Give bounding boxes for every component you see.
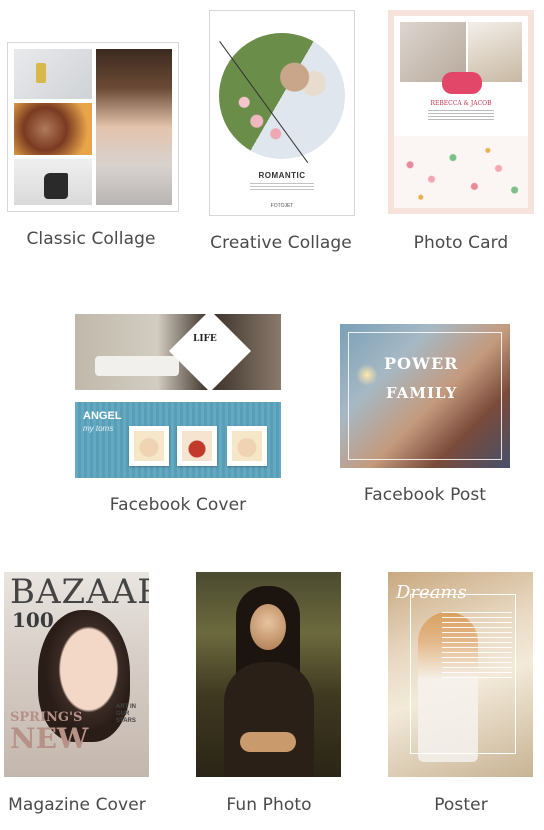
template-label-magazine-cover[interactable]: Magazine Cover — [2, 795, 152, 815]
collage-photo-woman-red-hair — [14, 103, 92, 155]
fun-photo-face — [250, 604, 286, 650]
magazine-cover-100: 100 — [12, 608, 54, 632]
facebook-cover-angel-subtext: my toms — [83, 424, 114, 433]
magazine-cover-art-text: ART IN OUR STARS — [116, 704, 136, 724]
poster-dreams-text: Dreams — [396, 582, 467, 603]
facebook-cover-pinned-photo — [129, 426, 169, 466]
template-thumb-magazine-cover[interactable]: BAZAAR 100 SPRING'S NEW ART IN OUR STARS — [4, 572, 149, 777]
collage-photo-heels — [14, 159, 92, 205]
fun-photo-body — [224, 662, 314, 777]
template-label-facebook-post[interactable]: Facebook Post — [350, 485, 500, 505]
template-thumb-creative-collage[interactable]: ROMANTIC FOTOJET — [209, 10, 355, 216]
template-label-classic-collage[interactable]: Classic Collage — [20, 229, 162, 249]
photo-card-inner: REBECCA & JACOB — [394, 16, 528, 208]
facebook-post-family-text: FAMILY — [386, 384, 458, 402]
template-label-photo-card[interactable]: Photo Card — [391, 233, 531, 253]
facebook-cover-living-room: LIFE — [75, 314, 281, 390]
magazine-cover-masthead: BAZAAR — [10, 572, 149, 612]
facebook-cover-life-text: LIFE — [193, 334, 217, 344]
template-thumb-classic-collage[interactable] — [7, 42, 179, 212]
photo-card-names: REBECCA & JACOB — [430, 100, 492, 107]
facebook-post-power-text: POWER — [384, 354, 459, 373]
photo-card-venue-text — [428, 110, 494, 120]
template-thumb-poster[interactable]: Dreams — [388, 572, 533, 777]
photo-card-floral-pattern — [394, 136, 528, 208]
template-thumb-facebook-post[interactable]: POWER FAMILY — [340, 324, 510, 468]
collage-photo-woman-curly-hair — [96, 49, 172, 205]
creative-collage-thumb-subtext — [250, 183, 314, 191]
template-label-creative-collage[interactable]: Creative Collage — [205, 233, 357, 253]
template-label-facebook-cover[interactable]: Facebook Cover — [100, 495, 256, 515]
template-thumb-fun-photo[interactable] — [196, 572, 341, 777]
fun-photo-hands — [240, 732, 296, 752]
poster-text-lines — [442, 612, 512, 682]
collage-photo-perfume — [14, 49, 92, 99]
template-label-poster[interactable]: Poster — [386, 795, 536, 815]
template-thumb-photo-card[interactable]: REBECCA & JACOB — [388, 10, 534, 214]
creative-collage-thumb-title: ROMANTIC — [258, 171, 306, 180]
template-thumb-facebook-cover[interactable]: LIFE ANGEL my toms — [75, 314, 281, 478]
magazine-cover-new: NEW — [10, 722, 89, 755]
facebook-cover-angel-text: ANGEL — [83, 410, 122, 422]
creative-collage-thumb-brand: FOTOJET — [270, 203, 294, 209]
creative-collage-circle-photo — [219, 33, 345, 159]
template-label-fun-photo[interactable]: Fun Photo — [194, 795, 344, 815]
facebook-cover-angel-banner: ANGEL my toms — [75, 402, 281, 478]
facebook-cover-pinned-photo — [227, 426, 267, 466]
facebook-cover-pinned-photo — [177, 426, 217, 466]
photo-card-date-badge — [442, 72, 482, 94]
